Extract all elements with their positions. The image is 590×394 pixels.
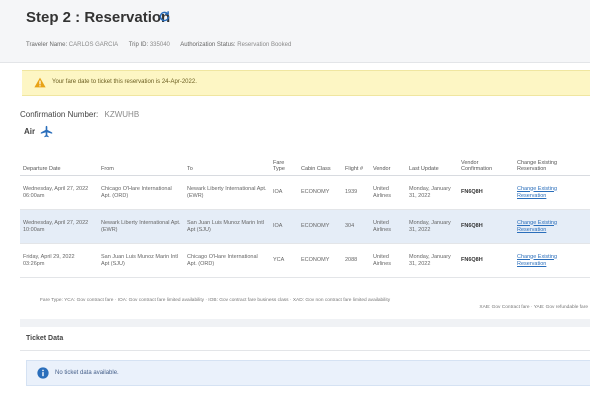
from-airport: Newark Liberty International Apt. (EWR) xyxy=(98,209,184,244)
cabin-class: ECONOMY xyxy=(298,175,342,210)
departure-date: Wednesday, April 27, 2022 10:00am xyxy=(20,209,98,244)
last-update: Monday, January 31, 2022 xyxy=(406,243,458,278)
cabin-class: ECONOMY xyxy=(298,209,342,244)
change-cell: Change Existing Reservation xyxy=(514,209,590,244)
change-cell: Change Existing Reservation xyxy=(514,175,590,210)
air-section-header: Air xyxy=(20,122,590,142)
to-airport: Chicago O'Hare International Apt. (ORD) xyxy=(184,243,270,278)
vendor: United Airlines xyxy=(370,243,406,278)
flight-number: 1939 xyxy=(342,175,370,210)
info-text: No ticket data available. xyxy=(55,370,119,376)
change-existing-reservation-link[interactable]: Change Existing Reservation xyxy=(517,254,557,267)
table-header-row: Departure Date From To Fare Type Cabin C… xyxy=(20,145,590,176)
ticket-data-title: Ticket Data xyxy=(26,335,64,342)
refresh-icon[interactable] xyxy=(158,10,171,23)
fare-type: IOA xyxy=(270,209,298,244)
departure-date: Friday, April 29, 2022 03:26pm xyxy=(20,243,98,278)
fare-legend-line-1: Fare Type: YCA: Gov contract fare · IOA:… xyxy=(40,298,391,303)
flights-table: Departure Date From To Fare Type Cabin C… xyxy=(20,145,590,278)
confirmation-number: Confirmation Number: KZWUHB xyxy=(20,110,139,119)
table-row[interactable]: Wednesday, April 27, 2022 06:00am Chicag… xyxy=(20,175,590,210)
last-update: Monday, January 31, 2022 xyxy=(406,175,458,210)
col-vendor: Vendor xyxy=(370,145,406,176)
cabin-class: ECONOMY xyxy=(298,243,342,278)
vendor-confirmation: FN6Q8H xyxy=(458,209,514,244)
auth-status-value: Reservation Booked xyxy=(237,42,292,48)
fare-type-legend: Fare Type: YCA: Gov contract fare · IOA:… xyxy=(40,297,590,311)
reservation-header: Step 2 : Reservation Traveler Name: CARL… xyxy=(0,0,590,63)
from-airport: San Juan Luis Munoz Marin Intl Apt (SJU) xyxy=(98,243,184,278)
fare-type: IOA xyxy=(270,175,298,210)
flight-number: 2088 xyxy=(342,243,370,278)
fare-legend-line-2: XAB: Gov Contract fare · YAB: Gov refund… xyxy=(479,305,588,310)
vendor: United Airlines xyxy=(370,209,406,244)
change-existing-reservation-link[interactable]: Change Existing Reservation xyxy=(517,220,557,233)
col-last-update: Last Update xyxy=(406,145,458,176)
info-icon xyxy=(37,367,49,379)
divider xyxy=(20,350,590,351)
last-update: Monday, January 31, 2022 xyxy=(406,209,458,244)
col-flight-number: Flight # xyxy=(342,145,370,176)
col-from: From xyxy=(98,145,184,176)
vendor-confirmation: FN6Q8H xyxy=(458,243,514,278)
table-row[interactable]: Wednesday, April 27, 2022 10:00am Newark… xyxy=(20,209,590,244)
change-cell: Change Existing Reservation xyxy=(514,243,590,278)
col-cabin-class: Cabin Class xyxy=(298,145,342,176)
vendor: United Airlines xyxy=(370,175,406,210)
trip-id-value: 335040 xyxy=(149,42,170,48)
col-fare-type: Fare Type xyxy=(270,145,298,176)
table-row[interactable]: Friday, April 29, 2022 03:26pm San Juan … xyxy=(20,243,590,278)
flight-number: 304 xyxy=(342,209,370,244)
auth-status-label: Authorization Status: xyxy=(180,42,236,48)
warning-text: Your fare date to ticket this reservatio… xyxy=(52,79,197,85)
page-title: Step 2 : Reservation xyxy=(26,9,171,26)
trip-id-label: Trip ID: xyxy=(128,42,149,48)
col-vendor-confirmation: Vendor Confirmation xyxy=(458,145,514,176)
fare-type: YCA xyxy=(270,243,298,278)
vendor-confirmation: FN6Q8H xyxy=(458,175,514,210)
warning-icon xyxy=(34,77,46,88)
air-label: Air xyxy=(24,127,36,136)
traveler-info: Traveler Name: CARLOS GARCIA Trip ID: 33… xyxy=(26,42,300,48)
traveler-name-value: CARLOS GARCIA xyxy=(68,42,119,48)
col-to: To xyxy=(184,145,270,176)
reservation-page: Step 2 : Reservation Traveler Name: CARL… xyxy=(0,0,590,394)
section-divider xyxy=(20,319,590,327)
ticketing-warning-banner: Your fare date to ticket this reservatio… xyxy=(22,70,590,96)
to-airport: Newark Liberty International Apt. (EWR) xyxy=(184,175,270,210)
no-ticket-data-message: No ticket data available. xyxy=(26,360,590,386)
traveler-name-label: Traveler Name: xyxy=(26,42,68,48)
airplane-icon xyxy=(40,125,53,138)
col-change-existing: Change Existing Reservation xyxy=(514,145,590,176)
col-departure-date: Departure Date xyxy=(20,145,98,176)
change-existing-reservation-link[interactable]: Change Existing Reservation xyxy=(517,186,557,199)
departure-date: Wednesday, April 27, 2022 06:00am xyxy=(20,175,98,210)
from-airport: Chicago O'Hare International Apt. (ORD) xyxy=(98,175,184,210)
confirmation-value: KZWUHB xyxy=(104,110,140,119)
to-airport: San Juan Luis Munoz Marin Intl Apt (SJU) xyxy=(184,209,270,244)
confirmation-label: Confirmation Number: xyxy=(20,110,99,119)
